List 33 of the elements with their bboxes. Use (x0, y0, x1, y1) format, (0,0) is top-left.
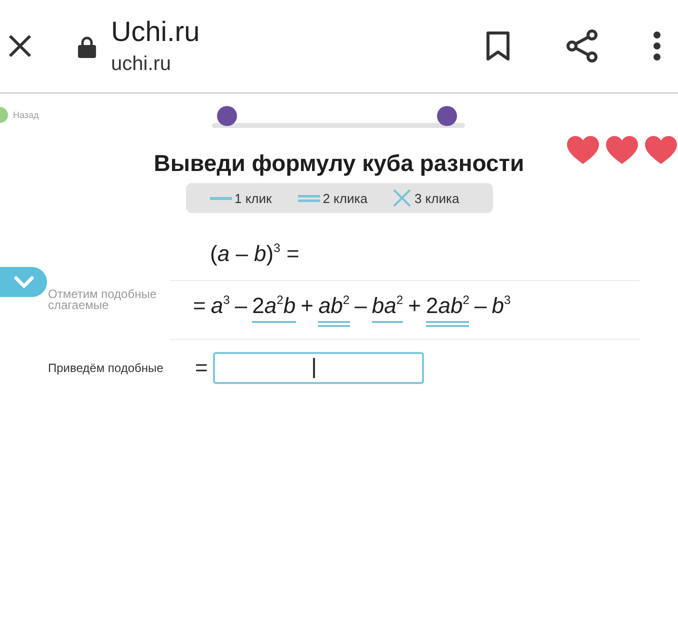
legend-label: 2 клика (322, 190, 368, 206)
chevron-down-icon (14, 276, 34, 288)
math-sign: – (474, 292, 487, 320)
lock-icon (78, 36, 96, 58)
formula-term[interactable]: b$^{3}$ (492, 292, 511, 321)
math-sign: + (408, 292, 421, 320)
step-label: Отметим подобные слагаемые (48, 289, 158, 311)
formula-term[interactable]: a$^{3}$ (210, 292, 230, 321)
formula-term[interactable]: 2a$^{2}$b (252, 292, 296, 323)
step-label: Приведём подобные (48, 362, 164, 374)
formula-term[interactable]: 2ab$^{2}$ (426, 292, 470, 327)
legend-label: 3 клика (414, 190, 460, 206)
formula-expression: (a – b)$^{3}$ = (210, 241, 300, 266)
share-icon[interactable] (566, 29, 598, 63)
math-sign: – (234, 292, 248, 320)
page-url: uchi.ru (111, 52, 172, 76)
formula-term[interactable]: ba$^{2}$ (372, 292, 404, 323)
page-title: Uchi.ru (111, 16, 200, 46)
close-icon[interactable] (8, 34, 32, 58)
bookmark-icon[interactable] (486, 31, 510, 61)
math-sign: – (354, 292, 367, 320)
math-sign: = (193, 292, 206, 320)
legend-label: 1 клик (234, 190, 272, 206)
answer-field[interactable] (212, 352, 424, 384)
cross-icon (393, 189, 412, 207)
formula-term[interactable]: ab$^{2}$ (318, 292, 350, 327)
double-line-icon (298, 194, 320, 202)
more-icon[interactable] (652, 31, 662, 61)
text-cursor (312, 358, 315, 378)
math-sign: + (300, 292, 314, 320)
task-title: Выведи формулу куба разности (154, 150, 524, 178)
math-sign: = (195, 354, 208, 382)
single-line-icon (210, 196, 232, 200)
